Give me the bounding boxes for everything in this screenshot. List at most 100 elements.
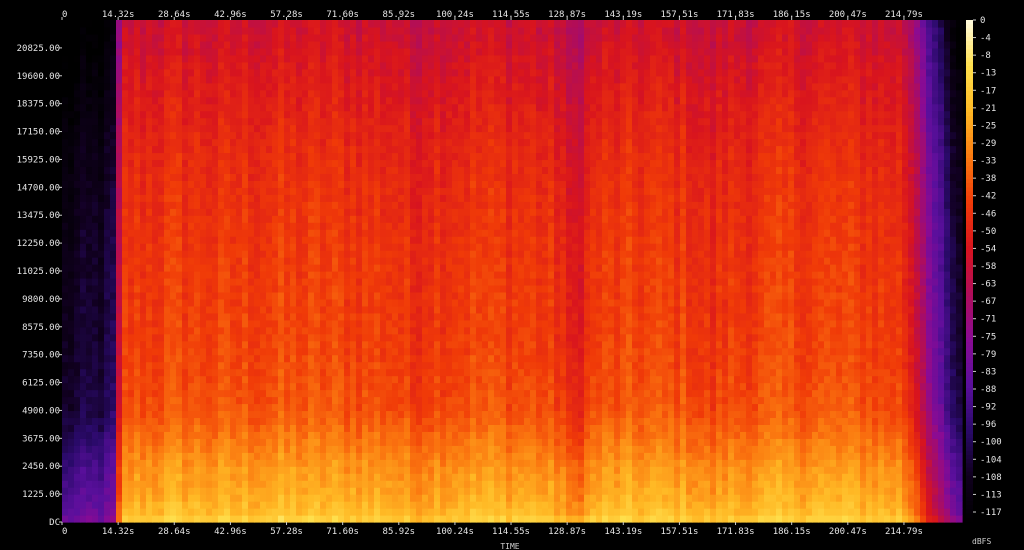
spectrogram-cell	[182, 431, 189, 439]
spectrogram-cell	[278, 264, 285, 272]
spectrogram-cell	[164, 159, 171, 168]
spectrogram-cell	[314, 487, 321, 495]
spectrogram-cell	[236, 438, 243, 446]
spectrogram-cell	[278, 459, 285, 467]
spectrogram-cell	[68, 473, 75, 481]
spectrogram-cell	[368, 515, 375, 523]
spectrogram-cell	[296, 61, 303, 70]
spectrogram-cell	[248, 138, 255, 147]
spectrogram-cell	[314, 26, 321, 35]
spectrogram-cell	[68, 284, 75, 293]
spectrogram-cell	[212, 354, 219, 363]
spectrogram-cell	[320, 40, 327, 49]
spectrogram-cell	[212, 194, 219, 202]
spectrogram-cell	[404, 208, 411, 216]
spectrogram-cell	[314, 208, 321, 216]
spectrogram-cell	[62, 452, 69, 460]
spectrogram-cell	[326, 347, 333, 356]
spectrogram-cell	[440, 382, 447, 391]
spectrogram-cell	[398, 61, 405, 70]
spectrogram-cell	[140, 257, 147, 265]
spectrogram-cell	[104, 89, 111, 98]
spectrogram-cell	[158, 131, 165, 140]
spectrogram-cell	[224, 89, 231, 98]
spectrogram-cell	[194, 103, 201, 112]
spectrogram-cell	[302, 82, 309, 91]
spectrogram-cell	[416, 452, 423, 460]
spectrogram-cell	[98, 480, 105, 488]
spectrogram-cell	[134, 494, 141, 502]
spectrogram-cell	[218, 194, 225, 202]
spectrogram-cell	[464, 96, 471, 105]
spectrogram-cell	[212, 508, 219, 516]
spectrogram-cell	[218, 417, 225, 425]
spectrogram-cell	[218, 75, 225, 84]
spectrogram-cell	[344, 68, 351, 77]
spectrogram-cell	[338, 124, 345, 133]
spectrogram-cell	[404, 319, 411, 328]
spectrogram-cell	[86, 508, 93, 516]
spectrogram-cell	[236, 145, 243, 154]
spectrogram-cell	[296, 75, 303, 84]
spectrogram-cell	[62, 298, 69, 307]
spectrogram-cell	[308, 215, 315, 223]
spectrogram-cell	[182, 312, 189, 321]
spectrogram-cell	[356, 40, 363, 49]
spectrogram-cell	[308, 250, 315, 258]
spectrogram-cell	[458, 117, 465, 126]
spectrogram-cell	[416, 264, 423, 272]
spectrogram-cell	[284, 480, 291, 488]
spectrogram-cell	[392, 187, 399, 195]
spectrogram-cell	[188, 110, 195, 119]
spectrogram-cell	[236, 68, 243, 77]
spectrogram-cell	[314, 271, 321, 279]
spectrogram-cell	[440, 333, 447, 342]
spectrogram-cell	[242, 375, 249, 384]
spectrogram-cell	[206, 333, 213, 342]
spectrogram-cell	[224, 431, 231, 439]
spectrogram-cell	[140, 187, 147, 195]
spectrogram-cell	[362, 361, 369, 370]
spectrogram-cell	[80, 382, 87, 391]
spectrogram-cell	[200, 466, 207, 474]
spectrogram-cell	[134, 124, 141, 133]
spectrogram-cell	[236, 382, 243, 391]
spectrogram-cell	[74, 264, 81, 272]
spectrogram-cell	[62, 368, 69, 377]
spectrogram-cell	[260, 368, 267, 377]
spectrogram-cell	[338, 82, 345, 91]
spectrogram-cell	[350, 194, 357, 202]
spectrogram-cell	[458, 473, 465, 481]
spectrogram-cell	[140, 194, 147, 202]
spectrogram-cell	[86, 152, 93, 161]
spectrogram-cell	[404, 180, 411, 188]
spectrogram-cell	[212, 473, 219, 481]
spectrogram-cell	[374, 33, 381, 42]
spectrogram-cell	[350, 124, 357, 133]
spectrogram-cell	[188, 382, 195, 391]
spectrogram-cell	[314, 194, 321, 202]
spectrogram-cell	[404, 466, 411, 474]
spectrogram-cell	[410, 305, 417, 314]
spectrogram-cell	[266, 487, 273, 495]
spectrogram-cell	[260, 124, 267, 133]
spectrogram-cell	[194, 501, 201, 509]
spectrogram-cell	[158, 264, 165, 272]
spectrogram-cell	[296, 291, 303, 300]
spectrogram-cell	[254, 431, 261, 439]
spectrogram-cell	[242, 257, 249, 265]
spectrogram-cell	[266, 508, 273, 516]
spectrogram-cell	[308, 54, 315, 63]
spectrogram-cell	[368, 75, 375, 84]
spectrogram-cell	[446, 20, 453, 28]
spectrogram-cell	[380, 243, 387, 251]
spectrogram-cell	[470, 487, 477, 495]
spectrogram-cell	[248, 131, 255, 140]
spectrogram-cell	[386, 291, 393, 300]
spectrogram-cell	[86, 417, 93, 425]
spectrogram-cell	[182, 47, 189, 56]
spectrogram-cell	[158, 452, 165, 460]
spectrogram-cell	[326, 431, 333, 439]
spectrogram-cell	[122, 229, 129, 237]
spectrogram-cell	[140, 508, 147, 516]
